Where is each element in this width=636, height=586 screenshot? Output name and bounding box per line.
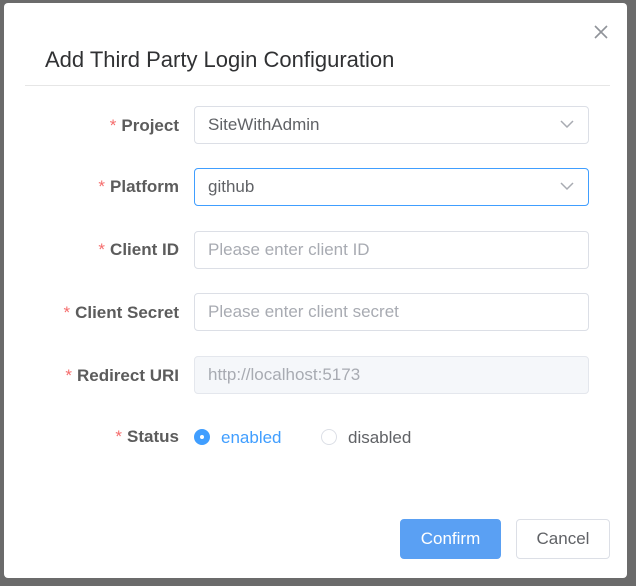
required-mark: * [115,427,123,446]
client-id-label: * Client ID [98,240,179,260]
client-id-field[interactable] [194,231,589,269]
required-mark: * [98,240,106,259]
redirect-uri-label-text: Redirect URI [76,366,179,385]
redirect-uri-value: http://localhost:5173 [208,365,361,384]
client-secret-label: * Client Secret [63,303,179,323]
confirm-button[interactable]: Confirm [400,519,501,559]
project-label: * Project [110,116,179,136]
required-mark: * [109,116,117,135]
platform-select-value: github [208,177,255,196]
close-icon[interactable] [592,23,610,41]
redirect-uri-field: http://localhost:5173 [194,356,589,394]
client-secret-label-text: Client Secret [75,303,179,322]
project-select-value: SiteWithAdmin [208,115,320,134]
client-id-input[interactable] [208,233,568,267]
client-id-label-text: Client ID [110,240,179,259]
status-label-text: Status [127,427,179,446]
radio-dot [194,429,210,445]
required-mark: * [98,177,106,196]
project-select[interactable]: SiteWithAdmin [194,106,589,144]
platform-label: * Platform [98,177,179,197]
chevron-down-icon [560,120,574,129]
redirect-uri-label: * Redirect URI [65,366,179,386]
radio-dot [321,429,337,445]
dialog-title: Add Third Party Login Configuration [45,47,395,72]
required-mark: * [63,303,71,322]
project-label-text: Project [121,116,179,135]
status-label: * Status [115,427,179,447]
cancel-button[interactable]: Cancel [516,519,610,559]
client-secret-input[interactable] [208,295,568,329]
required-mark: * [65,366,72,385]
modal-dialog: Add Third Party Login Configuration * Pro… [4,3,627,578]
platform-select[interactable]: github [194,168,589,206]
radio-disabled-label: disabled [348,428,412,447]
radio-enabled-label: enabled [221,428,282,447]
client-secret-field[interactable] [194,293,589,331]
header-divider [25,85,610,86]
chevron-down-icon [560,182,574,191]
platform-label-text: Platform [110,177,179,196]
